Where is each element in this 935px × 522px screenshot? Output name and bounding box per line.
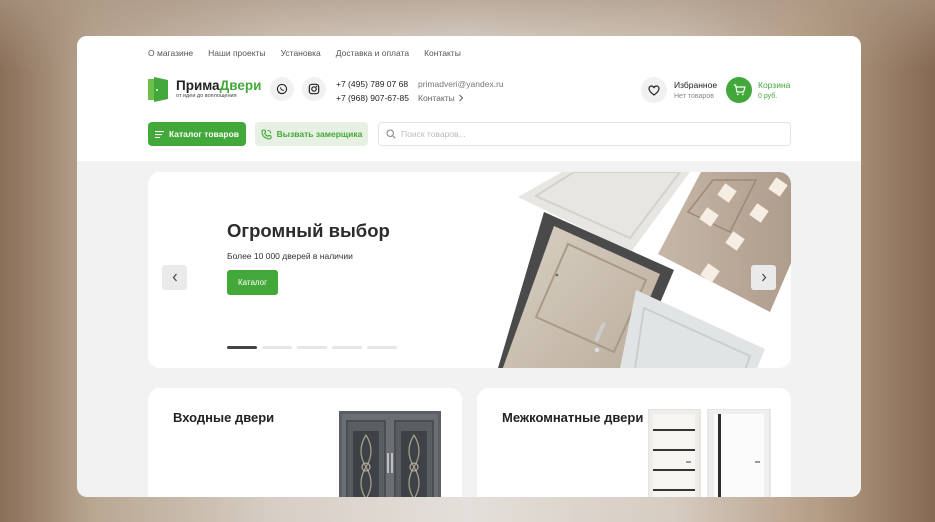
heart-icon (648, 84, 660, 96)
search-input[interactable] (401, 129, 781, 139)
cart-title: Корзина (758, 80, 791, 90)
browser-window: О магазине Наши проекты Установка Достав… (77, 36, 861, 497)
phone-number-2[interactable]: +7 (968) 907-67-85 (336, 91, 409, 105)
category-title: Входные двери (173, 410, 275, 425)
nav-projects[interactable]: Наши проекты (208, 48, 265, 58)
hero-subtitle: Более 10 000 дверей в наличии (227, 251, 353, 261)
top-navigation: О магазине Наши проекты Установка Достав… (148, 48, 461, 58)
contacts-link-label: Контакты (418, 93, 455, 103)
slider-prev-button[interactable] (162, 265, 187, 290)
logo-title-a: Прима (176, 78, 220, 93)
slider-dot[interactable] (297, 346, 327, 349)
logo-title-b: Двери (219, 78, 262, 93)
contact-info: primadveri@yandex.ru Контакты (418, 77, 504, 105)
slider-pagination (227, 346, 397, 349)
phone-numbers: +7 (495) 789 07 68 +7 (968) 907-67-85 (336, 77, 409, 105)
catalog-button[interactable]: Каталог товаров (148, 122, 246, 146)
slider-dot[interactable] (332, 346, 362, 349)
category-card-entrance[interactable]: Входные двери (148, 388, 462, 497)
email-link[interactable]: primadveri@yandex.ru (418, 77, 504, 91)
slider-dot[interactable] (262, 346, 292, 349)
call-measurer-button[interactable]: Вызвать замерщика (255, 122, 368, 146)
nav-contacts[interactable]: Контакты (424, 48, 461, 58)
instagram-icon (308, 83, 320, 95)
logo-tagline: от идеи до воплощения (176, 93, 237, 99)
chevron-right-icon (458, 94, 463, 102)
favorites-subtitle: Нет товаров (674, 93, 714, 100)
slider-dot[interactable] (367, 346, 397, 349)
menu-icon (155, 130, 164, 138)
entrance-door-image (339, 411, 441, 497)
slider-dot[interactable] (227, 346, 257, 349)
logo-title: ПримаДвери (176, 79, 261, 93)
contacts-link[interactable]: Контакты (418, 91, 504, 105)
site-logo[interactable]: ПримаДвери от идеи до воплощения (148, 77, 261, 102)
interior-door-image (648, 409, 771, 497)
hero-catalog-button[interactable]: Каталог (227, 270, 278, 295)
slider-next-button[interactable] (751, 265, 776, 290)
call-measurer-label: Вызвать замерщика (276, 129, 363, 139)
instagram-button[interactable] (302, 77, 326, 101)
chevron-left-icon (172, 273, 177, 282)
cart-button[interactable] (726, 77, 752, 103)
chevron-right-icon (761, 273, 766, 282)
door-logo-icon (148, 77, 168, 102)
hero-title: Огромный выбор (227, 220, 390, 241)
category-title: Межкомнатные двери (502, 410, 644, 425)
catalog-button-label: Каталог товаров (169, 129, 239, 139)
cart-info[interactable]: Корзина 0 руб. (758, 79, 790, 102)
search-icon (386, 129, 396, 139)
favorites-title: Избранное (674, 80, 718, 90)
whatsapp-icon (276, 83, 288, 95)
search-bar[interactable] (378, 122, 791, 146)
phone-icon (261, 128, 272, 140)
cart-icon (733, 84, 746, 96)
favorites-button[interactable] (641, 77, 667, 103)
hero-slider: Огромный выбор Более 10 000 дверей в нал… (148, 172, 791, 368)
category-card-interior[interactable]: Межкомнатные двери (477, 388, 791, 497)
hero-doors-image (498, 172, 791, 368)
phone-number-1[interactable]: +7 (495) 789 07 68 (336, 77, 409, 91)
nav-installation[interactable]: Установка (281, 48, 321, 58)
cart-total: 0 руб. (758, 93, 778, 100)
favorites-info[interactable]: Избранное Нет товаров (674, 79, 717, 102)
nav-delivery[interactable]: Доставка и оплата (336, 48, 409, 58)
whatsapp-button[interactable] (270, 77, 294, 101)
site-header: О магазине Наши проекты Установка Достав… (77, 36, 861, 161)
nav-about[interactable]: О магазине (148, 48, 193, 58)
